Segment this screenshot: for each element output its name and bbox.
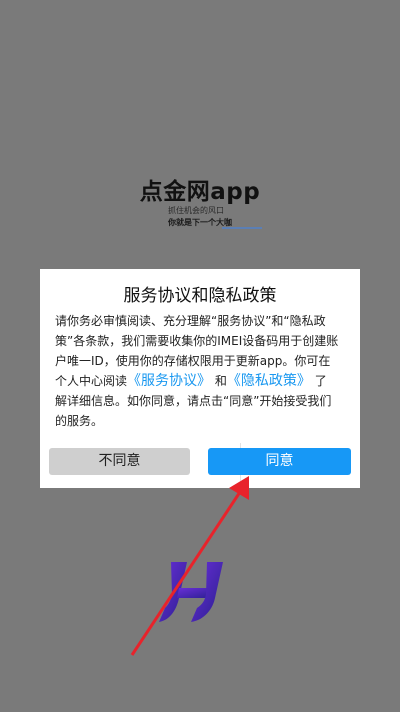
body-text: 和 (214, 374, 227, 388)
body-line-with-links: 个人中心阅读《服务协议》 和《隐私政策》 了 (55, 371, 355, 391)
app-title: 点金网app (139, 179, 261, 205)
agree-button[interactable]: 同意 (208, 448, 351, 475)
privacy-policy-link[interactable]: 《隐私政策》 (227, 373, 311, 389)
disagree-button[interactable]: 不同意 (49, 448, 190, 475)
dialog-body: 请你务必审慎阅读、充分理解“服务协议”和“隐私政 策”各条款，我们需要收集你的I… (55, 311, 355, 431)
body-line: 请你务必审慎阅读、充分理解“服务协议”和“隐私政 (55, 314, 326, 328)
body-line: 的服务。 (55, 414, 104, 428)
app-logo-icon (159, 562, 223, 622)
service-agreement-link[interactable]: 《服务协议》 (127, 373, 211, 389)
privacy-consent-dialog: 服务协议和隐私政策 请你务必审慎阅读、充分理解“服务协议”和“隐私政 策”各条款… (40, 269, 360, 488)
body-text: 了 (314, 374, 327, 388)
body-line: 策”各条款，我们需要收集你的IMEI设备码用于创建账 (55, 334, 339, 348)
dialog-title: 服务协议和隐私政策 (123, 286, 277, 306)
slogan-underline (222, 227, 262, 229)
body-line: 解详细信息。如你同意，请点击“同意”开始接受我们 (55, 394, 332, 408)
slogan-line-1: 抓住机会的风口 (168, 206, 224, 215)
body-line: 户唯一ID，使用你的存储权限用于更新app。你可在 (55, 354, 331, 368)
body-text: 个人中心阅读 (55, 374, 128, 388)
